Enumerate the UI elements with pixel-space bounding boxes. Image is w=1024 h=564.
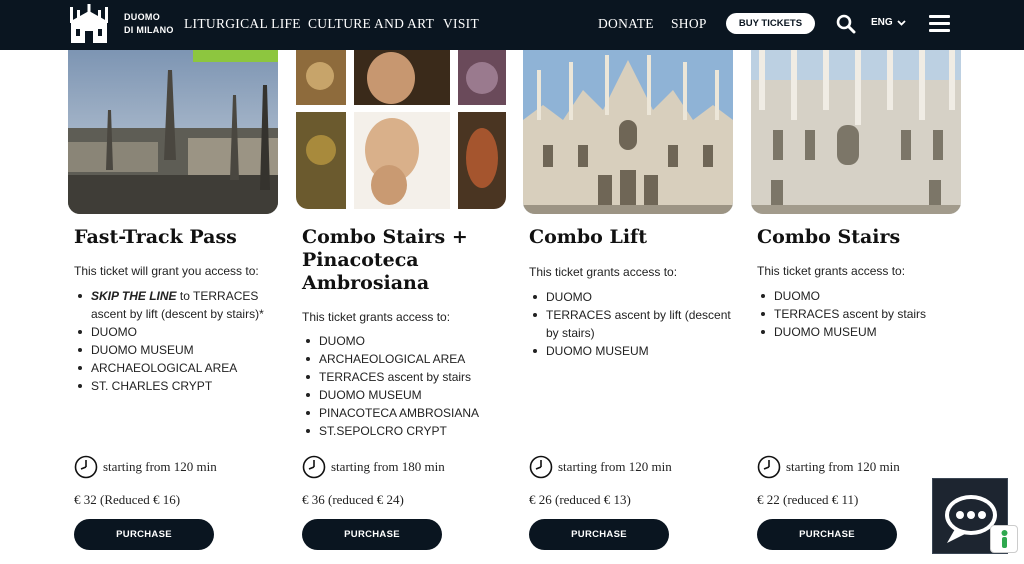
card-title: Fast-Track Pass [74, 226, 237, 248]
duration-row: starting from 180 min [302, 455, 445, 479]
list-item: ARCHAEOLOGICAL AREA [74, 359, 278, 377]
terraces-photo [68, 50, 278, 214]
clock-icon [529, 455, 553, 479]
list-item: DUOMO [757, 287, 961, 305]
list-item: TERRACES ascent by lift (descent by stai… [529, 306, 733, 342]
access-list: SKIP THE LINE to TERRACES ascent by lift… [74, 287, 278, 395]
logo-text[interactable]: DUOMO DI MILANO [124, 11, 174, 37]
card-title: Combo Stairs + Pinacoteca Ambrosiana [302, 226, 468, 294]
card-title: Combo Lift [529, 226, 647, 248]
purchase-button[interactable]: PURCHASE [74, 519, 214, 550]
nav-link-culture-and-art[interactable]: CULTURE AND ART [308, 16, 434, 32]
duration-text: starting from 120 min [103, 459, 217, 474]
scroll-indicator-icon[interactable] [990, 525, 1018, 553]
duomo-detail-photo [751, 50, 961, 214]
card-title: Combo Stairs [757, 226, 901, 248]
list-item: TERRACES ascent by stairs [757, 305, 961, 323]
price-text: € 22 (reduced € 11) [757, 492, 859, 507]
card-intro: This ticket will grant you access to: [74, 264, 259, 278]
clock-icon [74, 455, 98, 479]
ticket-card-combo-stairs-pinacoteca: Combo Stairs + Pinacoteca Ambrosiana Thi… [296, 50, 506, 550]
list-item: PINACOTECA AMBROSIANA [302, 404, 506, 422]
language-selector[interactable]: ENG [871, 17, 906, 28]
logo-line-2: DI MILANO [124, 25, 174, 35]
list-item: DUOMO MUSEUM [74, 341, 278, 359]
clock-icon [302, 455, 326, 479]
purchase-button[interactable]: PURCHASE [302, 519, 442, 550]
language-label: ENG [871, 17, 893, 28]
list-item: DUOMO [302, 332, 506, 350]
duration-text: starting from 120 min [558, 459, 672, 474]
accessibility-figure-icon [1001, 530, 1008, 548]
nav-link-liturgical-life[interactable]: LITURGICAL LIFE [184, 16, 301, 32]
list-item: ST. CHARLES CRYPT [74, 377, 278, 395]
duration-row: starting from 120 min [74, 455, 217, 479]
card-intro: This ticket grants access to: [757, 264, 906, 278]
card-image-duomo-detail[interactable] [751, 50, 961, 214]
price-text: € 36 (reduced € 24) [302, 492, 404, 507]
duration-text: starting from 180 min [331, 459, 445, 474]
list-item: ARCHAEOLOGICAL AREA [302, 350, 506, 368]
top-navbar: DUOMO DI MILANO LITURGICAL LIFE CULTURE … [0, 0, 1024, 50]
nav-link-shop[interactable]: SHOP [671, 16, 707, 32]
card-intro: This ticket grants access to: [302, 310, 451, 324]
card-intro: This ticket grants access to: [529, 265, 678, 279]
nav-link-visit[interactable]: VISIT [443, 16, 479, 32]
card-image-terraces-view[interactable] [68, 50, 278, 214]
list-item: DUOMO MUSEUM [529, 342, 733, 360]
skip-the-line-emphasis: SKIP THE LINE [91, 289, 177, 303]
duration-text: starting from 120 min [786, 459, 900, 474]
chevron-down-icon [897, 19, 906, 26]
list-item: DUOMO MUSEUM [302, 386, 506, 404]
ticket-card-combo-lift: Combo Lift This ticket grants access to:… [523, 50, 733, 550]
price-text: € 26 (reduced € 13) [529, 492, 631, 507]
list-item: TERRACES ascent by stairs [302, 368, 506, 386]
clock-icon [757, 455, 781, 479]
nav-link-donate[interactable]: DONATE [598, 16, 654, 32]
duomo-logo-icon[interactable] [68, 4, 110, 44]
card-image-artworks[interactable] [296, 50, 506, 209]
ticket-card-fast-track: Fast-Track Pass This ticket will grant y… [68, 50, 278, 550]
purchase-button[interactable]: PURCHASE [529, 519, 669, 550]
duration-row: starting from 120 min [529, 455, 672, 479]
access-list: DUOMO ARCHAEOLOGICAL AREA TERRACES ascen… [302, 332, 506, 440]
list-item: DUOMO [529, 288, 733, 306]
artworks-collage [296, 50, 506, 209]
price-text: € 32 (Reduced € 16) [74, 492, 181, 507]
duration-row: starting from 120 min [757, 455, 900, 479]
ticket-card-combo-stairs: Combo Stairs This ticket grants access t… [751, 50, 961, 550]
access-list: DUOMO TERRACES ascent by stairs DUOMO MU… [757, 287, 961, 341]
logo-line-1: DUOMO [124, 12, 160, 22]
purchase-button[interactable]: PURCHASE [757, 519, 897, 550]
list-item: DUOMO MUSEUM [757, 323, 961, 341]
list-item: ST.SEPOLCRO CRYPT [302, 422, 506, 440]
list-item: SKIP THE LINE to TERRACES ascent by lift… [74, 287, 278, 323]
list-item: DUOMO [74, 323, 278, 341]
hamburger-menu-icon[interactable] [929, 15, 950, 32]
duomo-facade-photo [523, 50, 733, 214]
search-icon[interactable] [836, 14, 856, 34]
card-image-duomo-facade[interactable] [523, 50, 733, 214]
buy-tickets-button[interactable]: BUY TICKETS [726, 13, 815, 34]
access-list: DUOMO TERRACES ascent by lift (descent b… [529, 288, 733, 360]
